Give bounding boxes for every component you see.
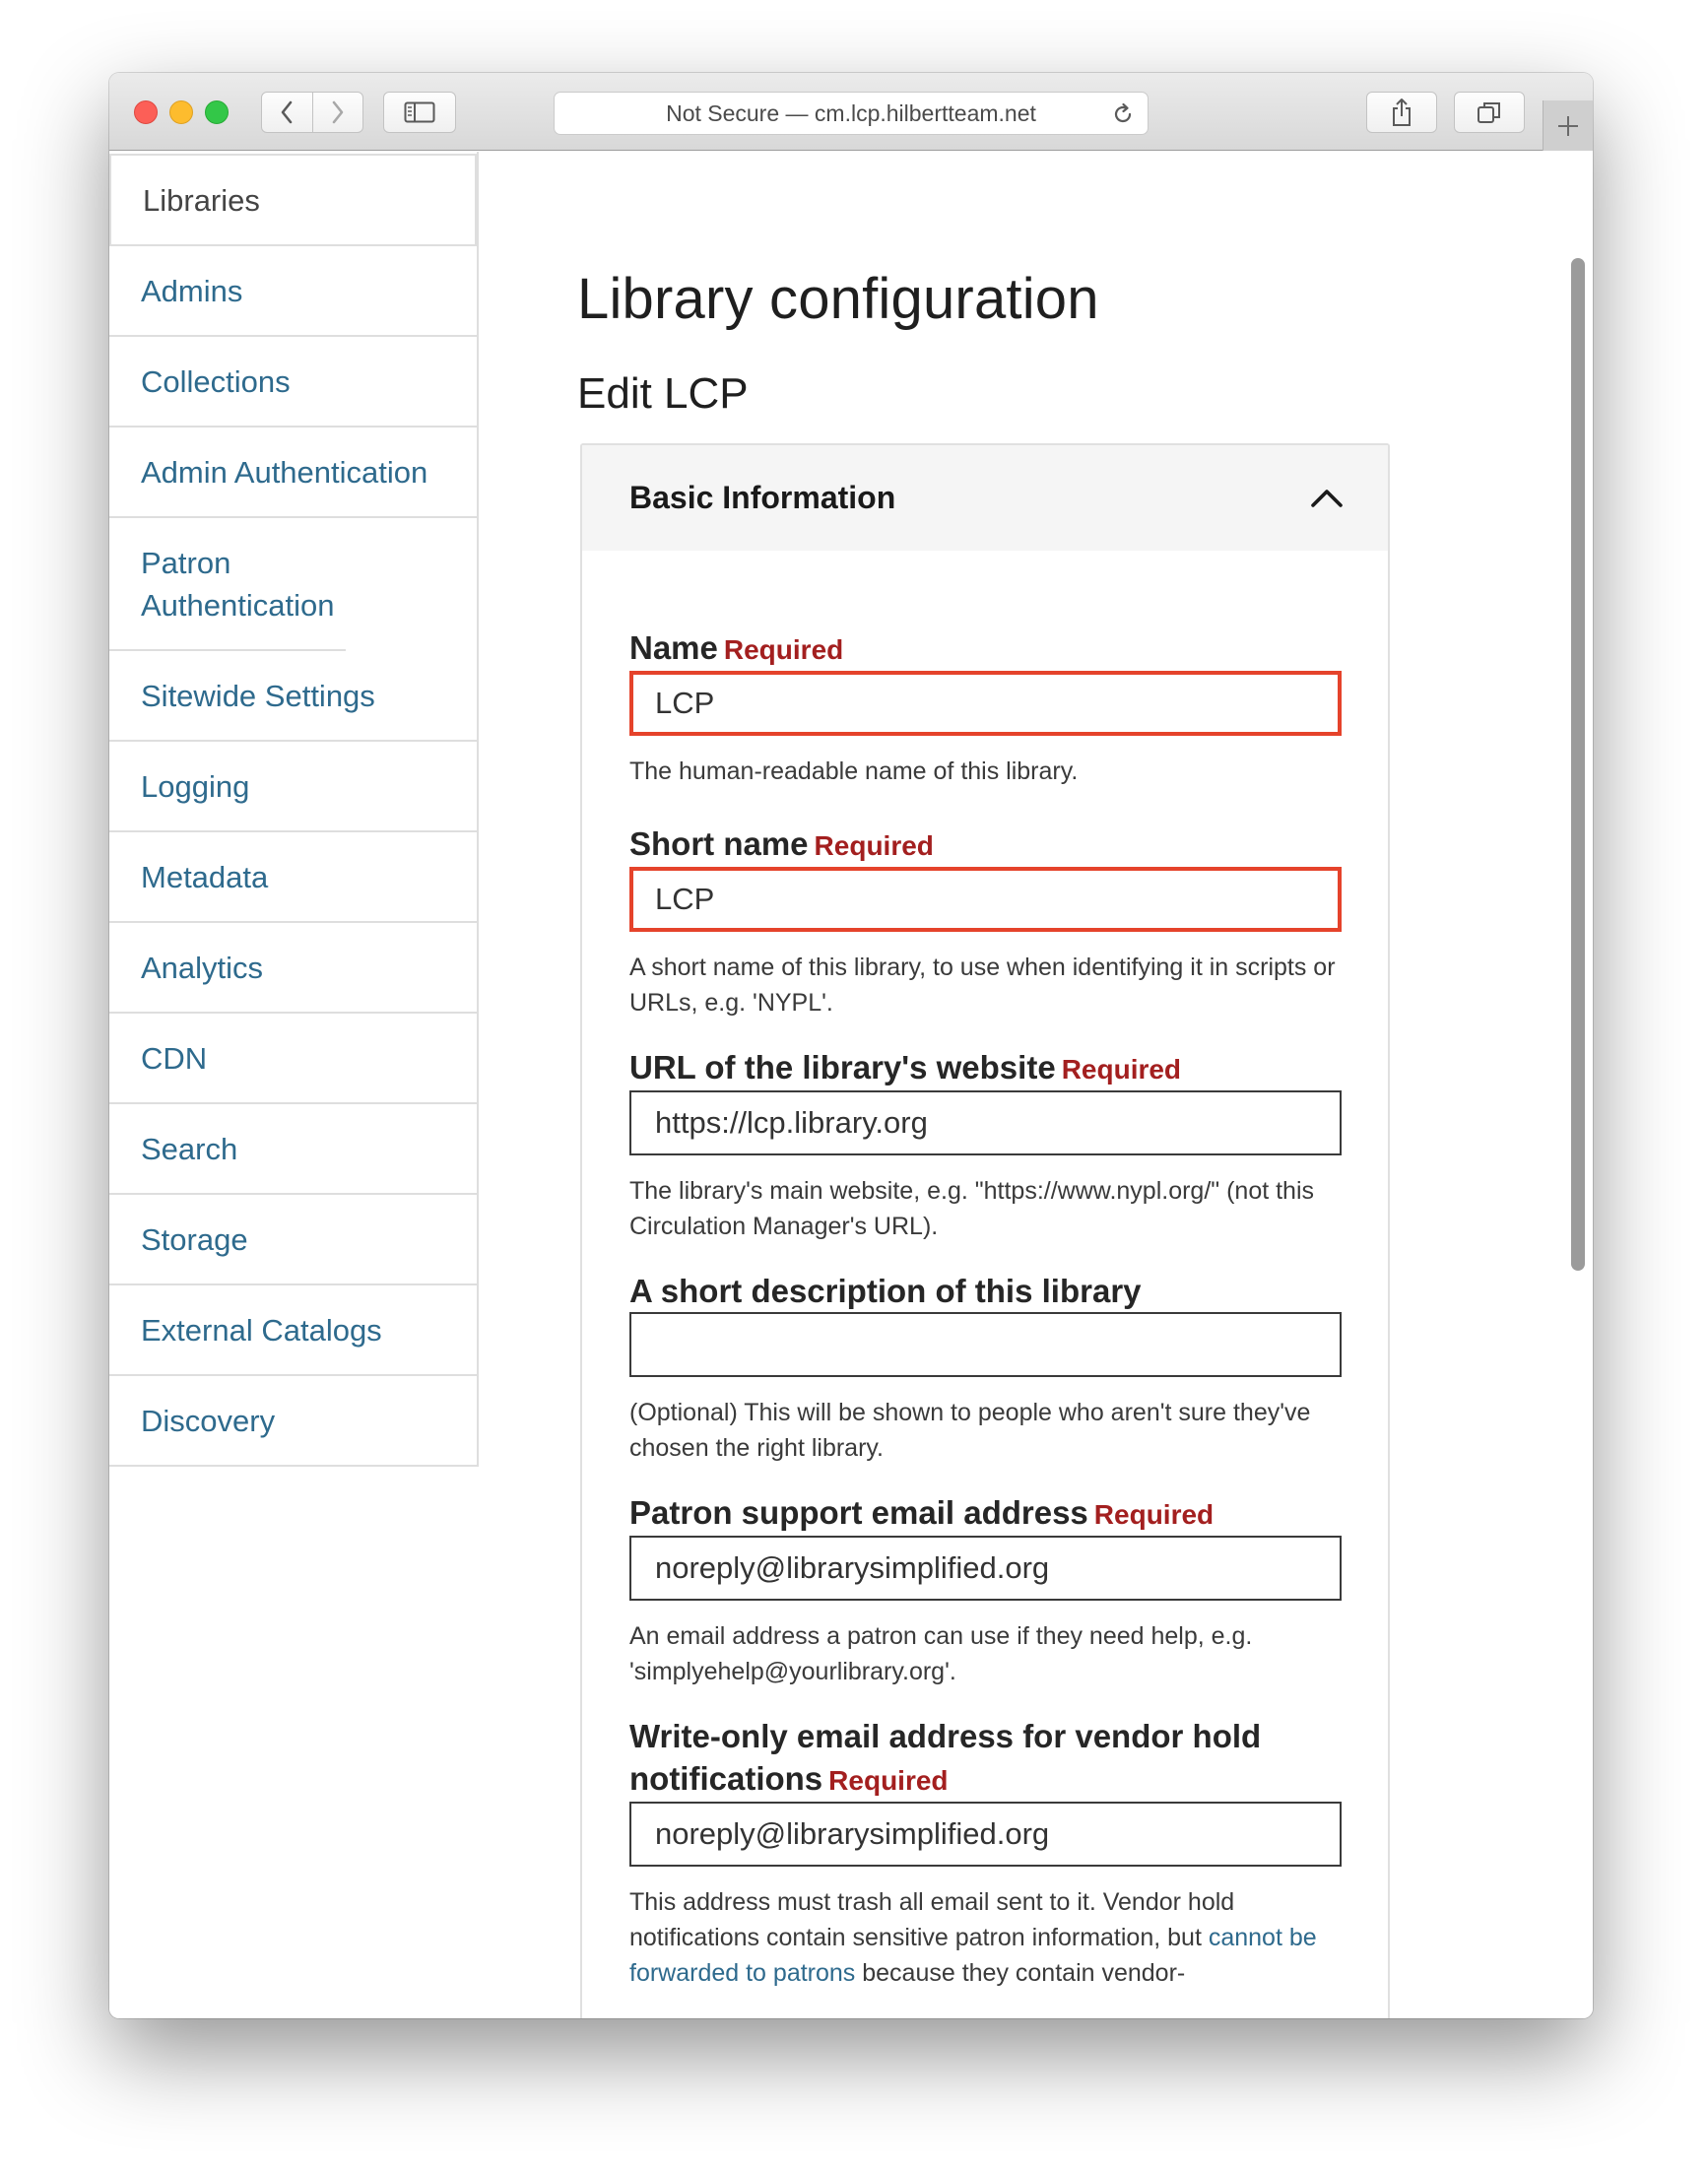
support-email-input[interactable] (629, 1536, 1342, 1601)
settings-sidebar: Libraries Admins Collections Admin Authe… (109, 152, 479, 1467)
required-badge: Required (1061, 1054, 1182, 1085)
sidebar-item-collections[interactable]: Collections (109, 337, 477, 428)
page-content: Libraries Admins Collections Admin Authe… (109, 152, 1593, 2018)
website-field-group: URL of the library's websiteRequired The… (629, 1046, 1343, 1244)
sidebar-item-metadata[interactable]: Metadata (109, 832, 477, 923)
page-scrollbar[interactable] (1571, 258, 1585, 1271)
vendor-email-help: This address must trash all email sent t… (629, 1888, 1317, 1987)
support-email-label: Patron support email address Required (629, 1494, 1215, 1531)
forward-chevron-icon (332, 100, 344, 124)
website-help: The library's main website, e.g. "https:… (629, 1177, 1315, 1240)
description-help: (Optional) This will be shown to people … (629, 1399, 1311, 1462)
navigation-buttons (261, 92, 363, 133)
required-badge: Required (1093, 1499, 1215, 1530)
sidebar-item-logging[interactable]: Logging (109, 742, 477, 832)
zoom-window-button[interactable] (205, 100, 229, 124)
library-form: NameRequired The human-readable name of … (582, 551, 1388, 1991)
close-window-button[interactable] (134, 100, 158, 124)
reload-button[interactable] (1110, 101, 1136, 133)
sidebar-item-external-catalogs[interactable]: External Catalogs (109, 1285, 477, 1376)
description-label: A short description of this library (629, 1273, 1142, 1309)
chevron-up-icon[interactable] (1310, 489, 1344, 508)
page-title: Library configuration (577, 267, 1099, 331)
page-subtitle: Edit LCP (577, 369, 749, 418)
share-button[interactable] (1366, 92, 1437, 133)
short-name-label: Short name Required (629, 825, 934, 862)
description-field-group: A short description of this library (Opt… (629, 1270, 1343, 1466)
support-email-help: An email address a patron can use if the… (629, 1622, 1253, 1685)
plus-icon (1558, 115, 1578, 136)
back-button[interactable] (262, 93, 312, 132)
basic-information-panel: Basic Information NameRequired The human… (580, 443, 1390, 2018)
name-input[interactable] (629, 671, 1342, 736)
address-text: Not Secure — cm.lcp.hilbertteam.net (666, 99, 1036, 126)
sidebar-item-discovery[interactable]: Discovery (109, 1376, 477, 1467)
sidebar-item-patron-authentication[interactable]: Patron Authentication (109, 518, 346, 651)
title-bar: Not Secure — cm.lcp.hilbertteam.net (109, 73, 1593, 151)
website-label: URL of the library's website Required (629, 1049, 1182, 1086)
sidebar-item-libraries[interactable]: Libraries (109, 154, 477, 246)
back-chevron-icon (282, 100, 293, 124)
sidebar-icon (404, 101, 435, 123)
sidebar-item-analytics[interactable]: Analytics (109, 923, 477, 1014)
vendor-email-label: Write-only email address for vendor hold… (629, 1718, 1262, 1797)
name-label: Name Required (629, 629, 844, 666)
vendor-email-input[interactable] (629, 1802, 1342, 1867)
required-badge: Required (814, 830, 934, 861)
address-bar[interactable]: Not Secure — cm.lcp.hilbertteam.net (554, 92, 1149, 135)
sidebar-item-admin-authentication[interactable]: Admin Authentication (109, 428, 477, 518)
required-badge: Required (723, 634, 844, 665)
required-badge: Required (828, 1765, 949, 1796)
website-input[interactable] (629, 1090, 1342, 1155)
new-tab-button[interactable] (1543, 100, 1593, 151)
short-name-help: A short name of this library, to use whe… (629, 954, 1336, 1017)
show-tabs-button[interactable] (1454, 92, 1525, 133)
reload-icon (1114, 102, 1132, 123)
sidebar-item-search[interactable]: Search (109, 1104, 477, 1195)
sidebar-item-sitewide-settings[interactable]: Sitewide Settings (109, 651, 477, 742)
forward-button[interactable] (311, 93, 362, 132)
vendor-email-field-group: Write-only email address for vendor hold… (629, 1715, 1343, 1991)
browser-window: Not Secure — cm.lcp.hilbertteam.net Libr… (109, 73, 1593, 2018)
sidebar-item-cdn[interactable]: CDN (109, 1014, 477, 1104)
name-field-group: NameRequired The human-readable name of … (629, 626, 1343, 789)
support-email-field-group: Patron support email addressRequired An … (629, 1491, 1343, 1689)
short-name-input[interactable] (629, 867, 1342, 932)
name-help: The human-readable name of this library. (629, 757, 1079, 785)
panel-heading: Basic Information (629, 480, 896, 515)
share-icon (1393, 99, 1411, 126)
panel-header[interactable]: Basic Information (582, 445, 1388, 551)
minimize-window-button[interactable] (169, 100, 193, 124)
short-name-field-group: Short nameRequired A short name of this … (629, 822, 1343, 1020)
description-input[interactable] (629, 1312, 1342, 1377)
sidebar-item-storage[interactable]: Storage (109, 1195, 477, 1285)
sidebar-item-admins[interactable]: Admins (109, 246, 477, 337)
sidebar-toggle-button[interactable] (383, 92, 456, 133)
tabs-icon (1478, 102, 1500, 123)
